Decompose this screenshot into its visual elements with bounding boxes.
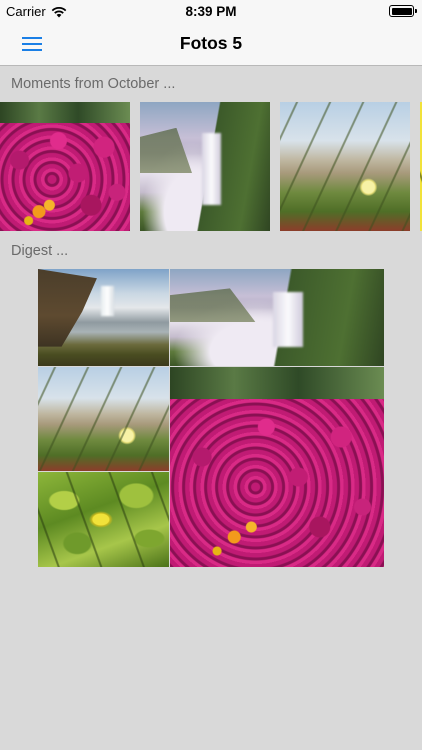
digest-photo-river[interactable] (38, 269, 169, 366)
moments-photo-dunes[interactable] (280, 102, 410, 231)
battery-icon (389, 5, 417, 17)
moments-photo-flowers[interactable] (0, 102, 130, 231)
digest-photo-waterfall[interactable] (170, 269, 384, 366)
moments-photo-waterfall[interactable] (140, 102, 270, 231)
digest-photo-flowers[interactable] (170, 367, 384, 567)
digest-photo-dunes[interactable] (38, 367, 169, 471)
navigation-bar: Fotos 5 (0, 22, 422, 66)
status-time: 8:39 PM (185, 4, 237, 19)
moments-header[interactable]: Moments from October ... (11, 76, 175, 92)
digest-header[interactable]: Digest ... (11, 243, 68, 259)
digest-photo-leaves[interactable] (38, 472, 169, 567)
status-bar: Carrier 8:39 PM (0, 0, 422, 22)
page-title: Fotos 5 (179, 33, 243, 53)
